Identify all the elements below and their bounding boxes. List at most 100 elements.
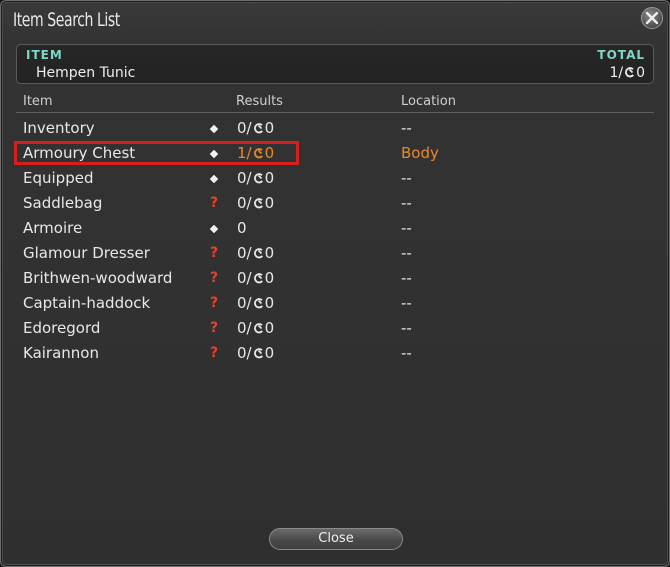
total-value: 1/0 bbox=[609, 65, 645, 82]
row-results: 0/0 bbox=[237, 244, 274, 263]
hq-icon bbox=[253, 120, 264, 138]
total-hq-count: 0 bbox=[636, 65, 645, 81]
row-marker bbox=[206, 168, 222, 186]
row-location: -- bbox=[401, 194, 412, 212]
result-nq-count: 1/ bbox=[237, 144, 252, 162]
result-hq-count: 0 bbox=[264, 244, 275, 262]
question-mark-icon: ? bbox=[209, 320, 219, 336]
row-item-name: Glamour Dresser bbox=[23, 244, 150, 262]
result-nq-count: 0/ bbox=[237, 319, 252, 337]
row-results: 0/0 bbox=[237, 194, 274, 213]
result-hq-count: 0 bbox=[264, 344, 275, 362]
window-title: Item Search List bbox=[13, 9, 120, 31]
diamond-icon bbox=[209, 224, 219, 234]
row-location: -- bbox=[401, 169, 412, 187]
hq-icon bbox=[253, 270, 264, 288]
list-item[interactable]: Captain-haddock? 0/0 -- bbox=[16, 291, 654, 316]
result-hq-count: 0 bbox=[264, 119, 275, 137]
row-item-name: Captain-haddock bbox=[23, 294, 151, 312]
hq-icon bbox=[253, 170, 264, 188]
row-results: 0/0 bbox=[237, 319, 274, 338]
question-mark-icon: ? bbox=[209, 195, 219, 211]
list-item[interactable]: Glamour Dresser? 0/0 -- bbox=[16, 241, 654, 266]
hq-icon bbox=[253, 195, 264, 213]
list-item[interactable]: Equipped 0/0 -- bbox=[16, 166, 654, 191]
row-results: 0/0 bbox=[237, 294, 274, 313]
row-marker: ? bbox=[206, 268, 222, 286]
row-item-name: Equipped bbox=[23, 169, 94, 187]
row-location: -- bbox=[401, 344, 412, 362]
diamond-icon bbox=[209, 174, 219, 184]
row-item-name: Kairannon bbox=[23, 344, 99, 362]
result-hq-count: 0 bbox=[264, 269, 275, 287]
row-location: -- bbox=[401, 319, 412, 337]
item-search-window: Item Search List ITEM TOTAL Hempen Tunic… bbox=[0, 0, 670, 567]
result-nq-count: 0/ bbox=[237, 344, 252, 362]
list-item[interactable]: Brithwen-woodward? 0/0 -- bbox=[16, 266, 654, 291]
row-marker bbox=[206, 118, 222, 136]
result-nq-count: 0/ bbox=[237, 269, 252, 287]
question-mark-icon: ? bbox=[209, 295, 219, 311]
row-location: -- bbox=[401, 244, 412, 262]
row-item-name: Inventory bbox=[23, 119, 95, 137]
row-item-name: Saddlebag bbox=[23, 194, 103, 212]
result-nq-count: 0/ bbox=[237, 194, 252, 212]
hq-icon bbox=[253, 245, 264, 263]
hq-icon bbox=[253, 345, 264, 363]
result-nq-count: 0/ bbox=[237, 244, 252, 262]
total-label: TOTAL bbox=[597, 48, 645, 62]
row-marker: ? bbox=[206, 243, 222, 261]
row-marker bbox=[206, 218, 222, 236]
row-item-name: Brithwen-woodward bbox=[23, 269, 173, 287]
row-item-name: Edoregord bbox=[23, 319, 101, 337]
list-item[interactable]: Saddlebag? 0/0 -- bbox=[16, 191, 654, 216]
result-nq-count: 0/ bbox=[237, 119, 252, 137]
hq-icon bbox=[253, 145, 264, 163]
row-results: 0/0 bbox=[237, 119, 274, 138]
item-label: ITEM bbox=[26, 48, 63, 62]
close-button[interactable]: Close bbox=[269, 528, 403, 550]
hq-icon bbox=[624, 66, 635, 82]
result-hq-count: 0 bbox=[264, 294, 275, 312]
row-location: -- bbox=[401, 269, 412, 287]
row-marker: ? bbox=[206, 343, 222, 361]
close-x-icon[interactable] bbox=[641, 7, 663, 29]
question-mark-icon: ? bbox=[209, 270, 219, 286]
result-hq-count: 0 bbox=[264, 169, 275, 187]
result-hq-count: 0 bbox=[264, 319, 275, 337]
results-list: Inventory 0/0 -- Armoury Chest 1/0 Body Equipp… bbox=[14, 116, 654, 366]
row-results: 0/0 bbox=[237, 269, 274, 288]
row-marker: ? bbox=[206, 293, 222, 311]
row-item-name: Armoury Chest bbox=[23, 144, 136, 162]
row-results: 0 bbox=[237, 219, 247, 237]
list-item[interactable]: Inventory 0/0 -- bbox=[16, 116, 654, 141]
row-location: -- bbox=[401, 294, 412, 312]
column-header-location: Location bbox=[401, 94, 456, 109]
hq-icon bbox=[253, 320, 264, 338]
row-marker bbox=[206, 143, 222, 161]
result-hq-count: 0 bbox=[264, 194, 275, 212]
item-name: Hempen Tunic bbox=[36, 65, 136, 81]
list-item[interactable]: Armoury Chest 1/0 Body bbox=[14, 141, 654, 166]
list-item[interactable]: Kairannon? 0/0 -- bbox=[16, 341, 654, 366]
question-mark-icon: ? bbox=[209, 345, 219, 361]
result-nq-count: 0/ bbox=[237, 169, 252, 187]
item-summary-box: ITEM TOTAL Hempen Tunic 1/0 bbox=[16, 44, 654, 84]
list-item[interactable]: Edoregord? 0/0 -- bbox=[16, 316, 654, 341]
row-location: -- bbox=[401, 119, 412, 137]
column-header-results: Results bbox=[236, 94, 283, 109]
row-results: 1/0 bbox=[237, 144, 274, 163]
row-location: Body bbox=[401, 144, 439, 162]
diamond-icon bbox=[209, 149, 219, 159]
column-header-item: Item bbox=[23, 94, 53, 109]
list-item[interactable]: Armoire 0 -- bbox=[16, 216, 654, 241]
diamond-icon bbox=[209, 124, 219, 134]
result-nq-count: 0/ bbox=[237, 294, 252, 312]
column-headers: Item Results Location bbox=[16, 93, 654, 113]
hq-icon bbox=[253, 295, 264, 313]
row-results: 0/0 bbox=[237, 169, 274, 188]
row-results: 0/0 bbox=[237, 344, 274, 363]
row-location: -- bbox=[401, 219, 412, 237]
row-marker: ? bbox=[206, 193, 222, 211]
result-hq-count: 0 bbox=[264, 144, 275, 162]
